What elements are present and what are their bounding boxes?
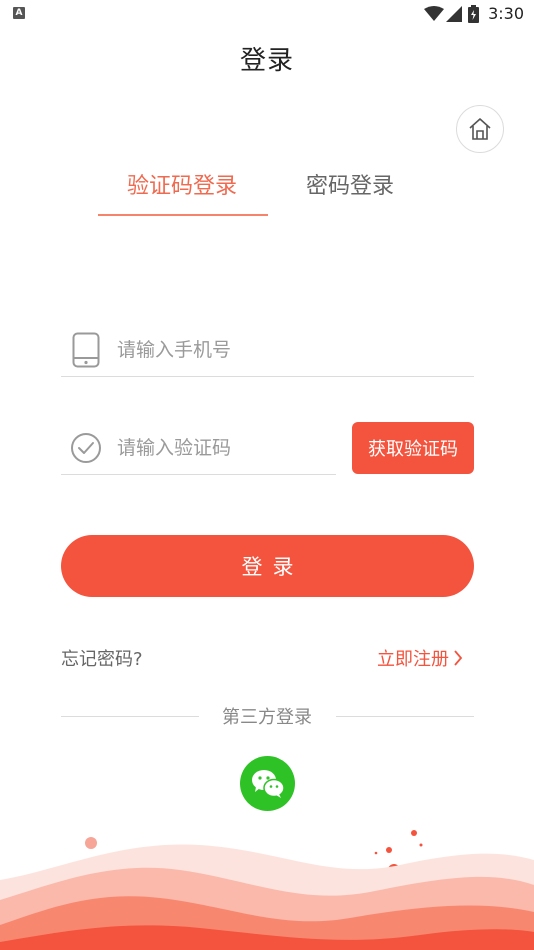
decorative-dots [85, 830, 423, 876]
decorative-waves [0, 844, 534, 950]
